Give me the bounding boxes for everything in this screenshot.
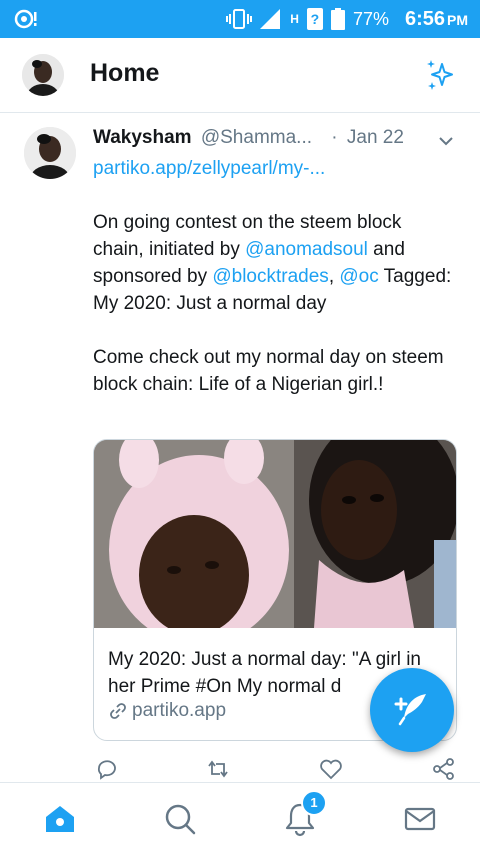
signal-icon [260, 9, 281, 29]
mention-link[interactable]: @oc [339, 266, 378, 287]
compose-icon [394, 694, 426, 726]
tweet-date: Jan 22 [346, 127, 404, 148]
mention-link[interactable]: @blocktrades [212, 266, 328, 287]
card-domain-text: partiko.app [132, 700, 227, 721]
tweet-paragraph: Come check out my normal day on steem bl… [93, 347, 444, 395]
chevron-down-icon[interactable] [436, 131, 456, 151]
status-bar: H ? 77% 6:56 PM [0, 0, 480, 38]
profile-avatar[interactable] [22, 54, 64, 96]
page-title: Home [90, 59, 160, 87]
tweet-header: Wakysham @Shamma... · Jan 22 [93, 127, 404, 149]
tweet-author-avatar[interactable] [24, 127, 76, 179]
clock-time: 6:56 PM [404, 7, 468, 30]
compose-tweet-button[interactable] [370, 668, 454, 752]
author-handle[interactable]: @Shamma... [201, 127, 312, 148]
like-icon[interactable] [319, 758, 343, 780]
home-icon[interactable] [42, 801, 78, 837]
sim-icon: ? [306, 8, 323, 30]
notification-badge: 1 [301, 790, 327, 816]
tweet-text-part: , [328, 266, 340, 287]
separator-dot: · [331, 127, 338, 148]
card-domain: partiko.app [108, 700, 226, 722]
mail-icon[interactable] [402, 801, 438, 837]
sync-notification-icon [14, 9, 37, 29]
top-app-bar: Home [0, 38, 480, 113]
mention-link[interactable]: @anomadsoul [245, 239, 368, 260]
link-icon [110, 703, 126, 719]
author-name[interactable]: Wakysham [93, 127, 192, 148]
vibrate-icon [226, 9, 253, 29]
tweet-text: partiko.app/zellypearl/my-... On going c… [93, 155, 453, 398]
network-type: H [290, 12, 299, 26]
tweet-link[interactable]: partiko.app/zellypearl/my-... [93, 158, 325, 179]
sparkle-icon[interactable] [424, 58, 458, 92]
tweet-actions [0, 758, 480, 780]
reply-icon[interactable] [95, 758, 119, 780]
battery-percent: 77% [352, 8, 389, 29]
share-icon[interactable] [432, 758, 456, 780]
battery-icon [330, 8, 345, 30]
card-image [94, 440, 456, 628]
bottom-navigation [0, 782, 480, 855]
search-icon[interactable] [162, 801, 198, 837]
retweet-icon[interactable] [206, 758, 230, 780]
